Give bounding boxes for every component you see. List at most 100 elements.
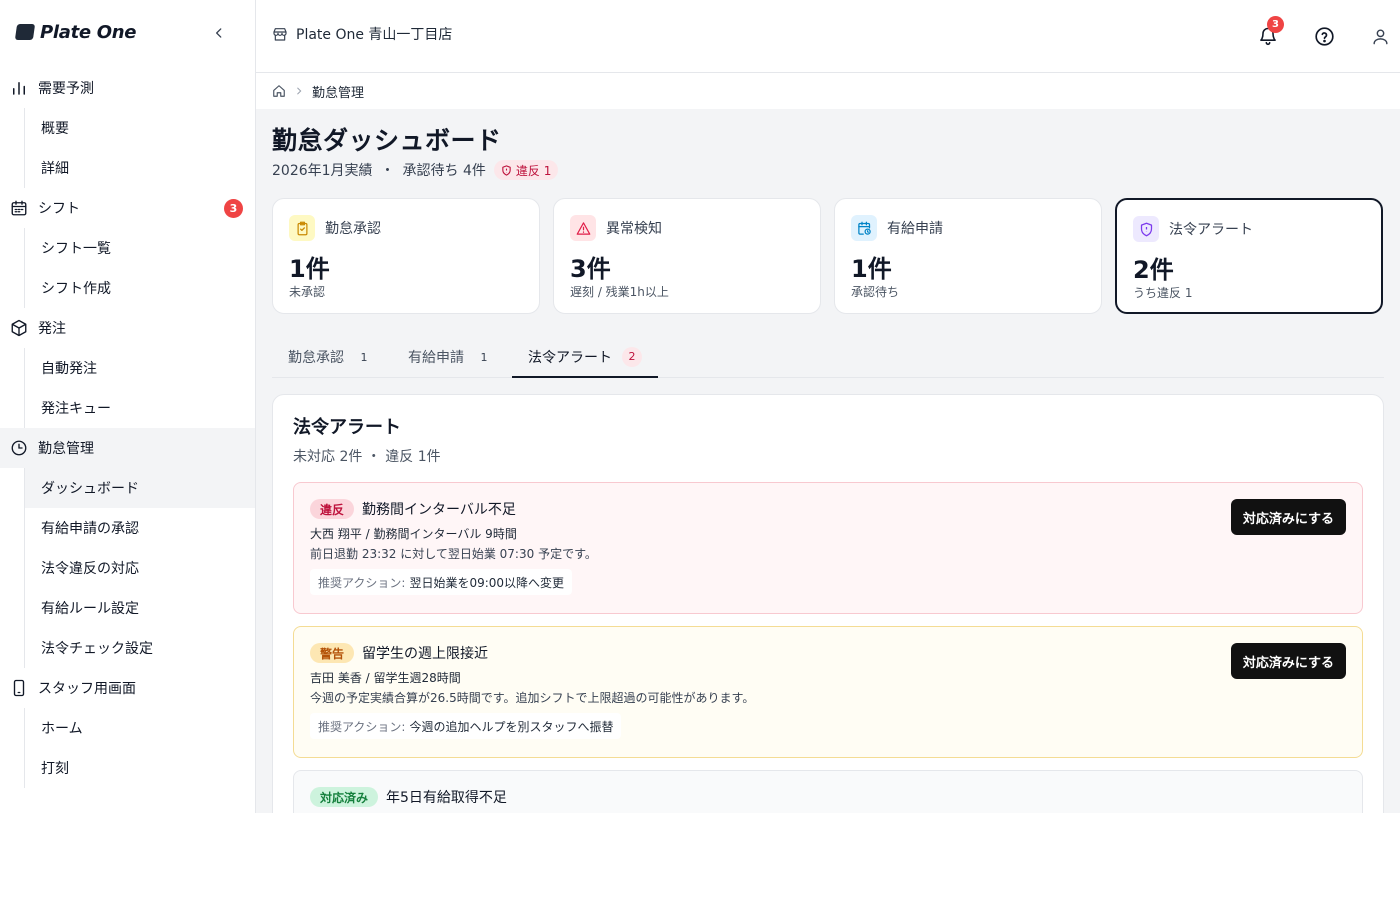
panel-summary: 未対応 2件 ・ 違反 1件 <box>293 449 441 465</box>
brand-name: Plate One <box>40 21 137 43</box>
top-header: Plate One 青山一丁目店 3 <box>256 0 1400 73</box>
calendar-clock-icon <box>851 215 877 241</box>
alert-card-resolved: 対応済み 年5日有給取得不足 <box>293 770 1363 813</box>
help-button[interactable] <box>1304 16 1344 56</box>
store-selector[interactable]: Plate One 青山一丁目店 <box>272 24 452 44</box>
sidebar-item-details[interactable]: 詳細 <box>25 148 255 188</box>
sidebar-group-label: 勤怠管理 <box>38 441 94 457</box>
clipboard-check-icon <box>289 215 315 241</box>
recommended-action: 推奨アクション: 翌日始業を09:00以降へ変更 <box>310 569 573 595</box>
sidebar-subnav: ホーム 打刻 <box>24 708 255 788</box>
stat-card-legal-alert[interactable]: 法令アラート 2件 うち違反 1 <box>1115 198 1383 314</box>
stat-value: 1件 <box>851 255 892 283</box>
period-label: 2026年1月実績 <box>272 163 373 179</box>
stat-label: 勤怠承認 <box>325 221 381 237</box>
breadcrumb-current: 勤怠管理 <box>312 85 365 101</box>
recommended-action-text: 翌日始業を09:00以降へ変更 <box>409 575 565 590</box>
shield-alert-icon <box>502 164 511 176</box>
sidebar-item-auto-order[interactable]: 自動発注 <box>25 348 255 388</box>
tab-count: 1 <box>480 350 488 364</box>
bar-chart-icon <box>10 79 28 97</box>
sidebar-item-home[interactable]: ホーム <box>25 708 255 748</box>
sidebar-group-attendance[interactable]: 勤怠管理 <box>0 428 255 468</box>
recommended-action-label: 推奨アクション: <box>318 575 406 590</box>
sidebar-item-order-queue[interactable]: 発注キュー <box>25 388 255 428</box>
breadcrumb: 勤怠管理 <box>256 73 1400 109</box>
sidebar-group-label: シフト <box>38 201 80 217</box>
stat-card-header: 法令アラート <box>1133 216 1253 242</box>
sidebar-item-violation-handling[interactable]: 法令違反の対応 <box>25 548 255 588</box>
stat-card-paid-leave[interactable]: 有給申請 1件 承認待ち <box>834 198 1102 314</box>
shield-alert-icon <box>1133 216 1159 242</box>
sidebar-group-demand-forecast[interactable]: 需要予測 <box>0 68 255 108</box>
sidebar-subnav: ダッシュボード 有給申請の承認 法令違反の対応 有給ルール設定 法令チェック設定 <box>24 468 255 668</box>
sidebar-group-ordering[interactable]: 発注 <box>0 308 255 348</box>
chevron-left-icon <box>216 28 222 38</box>
collapse-sidebar-button[interactable] <box>208 22 230 44</box>
separator-dot: ・ <box>380 163 395 179</box>
alert-header: 違反 勤務間インターバル不足 <box>310 499 516 519</box>
stat-value: 2件 <box>1133 256 1174 284</box>
notification-badge: 3 <box>1267 16 1284 33</box>
severity-badge: 警告 <box>310 643 355 663</box>
chevron-right-icon <box>297 87 302 95</box>
recommended-action-label: 推奨アクション: <box>318 719 406 734</box>
sidebar-item-shift-create[interactable]: シフト作成 <box>25 268 255 308</box>
tab-paid-leave[interactable]: 有給申請 1 <box>392 337 510 377</box>
mark-resolved-button[interactable]: 対応済みにする <box>1230 499 1346 535</box>
tab-label: 勤怠承認 <box>288 350 344 366</box>
sidebar-item-clock-in[interactable]: 打刻 <box>25 748 255 788</box>
stat-label: 法令アラート <box>1169 222 1253 238</box>
mark-resolved-button[interactable]: 対応済みにする <box>1230 643 1346 679</box>
user-icon <box>1372 28 1388 44</box>
app-window: Plate One 需要予測 概要 詳細 シフト 3 シフト一覧 シフト作成 発… <box>0 0 1400 813</box>
sidebar-group-staff-screen[interactable]: スタッフ用画面 <box>0 668 255 708</box>
alert-title: 年5日有給取得不足 <box>386 790 507 806</box>
alert-title: 留学生の週上限接近 <box>362 646 489 662</box>
sidebar-item-shift-list[interactable]: シフト一覧 <box>25 228 255 268</box>
tab-count: 1 <box>360 350 368 364</box>
notifications-button[interactable]: 3 <box>1248 16 1288 56</box>
box-icon <box>10 319 28 337</box>
smartphone-icon <box>10 679 28 697</box>
store-name: Plate One 青山一丁目店 <box>296 27 453 43</box>
sidebar-item-leave-rules[interactable]: 有給ルール設定 <box>25 588 255 628</box>
stat-sub: 遅刻 / 残業1h以上 <box>570 285 669 299</box>
tab-bar: 勤怠承認 1 有給申請 1 法令アラート 2 <box>272 337 1384 378</box>
alert-detail: 吉田 美香 / 留学生週28時間 <box>310 671 461 685</box>
sidebar-item-leave-approval[interactable]: 有給申請の承認 <box>25 508 255 548</box>
help-circle-icon <box>1314 26 1334 46</box>
sidebar: Plate One 需要予測 概要 詳細 シフト 3 シフト一覧 シフト作成 発… <box>0 0 256 813</box>
stat-card-attendance-approval[interactable]: 勤怠承認 1件 未承認 <box>272 198 540 314</box>
logo-mark-icon <box>14 24 36 40</box>
recommended-action: 推奨アクション: 今週の追加ヘルプを別スタッフへ振替 <box>310 713 622 739</box>
brand-logo[interactable]: Plate One <box>14 20 137 44</box>
tab-attendance-approval[interactable]: 勤怠承認 1 <box>272 337 390 377</box>
severity-badge: 違反 <box>310 499 355 519</box>
sidebar-item-dashboard[interactable]: ダッシュボード <box>25 468 255 508</box>
stat-cards: 勤怠承認 1件 未承認 異常検知 3件 遅刻 / 残業1h以上 有給申請 1件 … <box>272 198 1384 314</box>
alert-description: 今週の予定実績合算が26.5時間です。追加シフトで上限超過の可能性があります。 <box>310 691 755 705</box>
page-title: 勤怠ダッシュボード <box>272 126 502 155</box>
stat-card-header: 勤怠承認 <box>289 215 381 241</box>
alert-description: 前日退勤 23:32 に対して翌日始業 07:30 予定です。 <box>310 547 597 561</box>
tab-count: 2 <box>622 346 642 367</box>
pending-count: 承認待ち 4件 <box>402 163 486 179</box>
violation-badge: 違反 1 <box>493 160 559 180</box>
tab-legal-alert[interactable]: 法令アラート 2 <box>512 337 658 378</box>
stat-card-header: 有給申請 <box>851 215 943 241</box>
sidebar-group-shift[interactable]: シフト 3 <box>0 188 255 228</box>
user-menu-button[interactable] <box>1360 16 1400 56</box>
warning-triangle-icon <box>570 215 596 241</box>
sidebar-item-overview[interactable]: 概要 <box>25 108 255 148</box>
alert-header: 対応済み 年5日有給取得不足 <box>310 787 507 807</box>
stat-sub: 承認待ち <box>851 285 900 299</box>
home-icon[interactable] <box>272 84 286 98</box>
sidebar-group-label: 需要予測 <box>38 81 94 97</box>
alert-card-violation: 違反 勤務間インターバル不足 大西 翔平 / 勤務間インターバル 9時間 前日退… <box>293 482 1363 614</box>
status-badge: 対応済み <box>310 787 379 807</box>
stat-card-anomaly[interactable]: 異常検知 3件 遅刻 / 残業1h以上 <box>553 198 821 314</box>
sidebar-item-compliance-settings[interactable]: 法令チェック設定 <box>25 628 255 668</box>
sidebar-group-label: 発注 <box>38 321 66 337</box>
main-content: 勤怠管理 勤怠ダッシュボード 2026年1月実績 ・ 承認待ち 4件 違反 1 … <box>256 73 1400 813</box>
